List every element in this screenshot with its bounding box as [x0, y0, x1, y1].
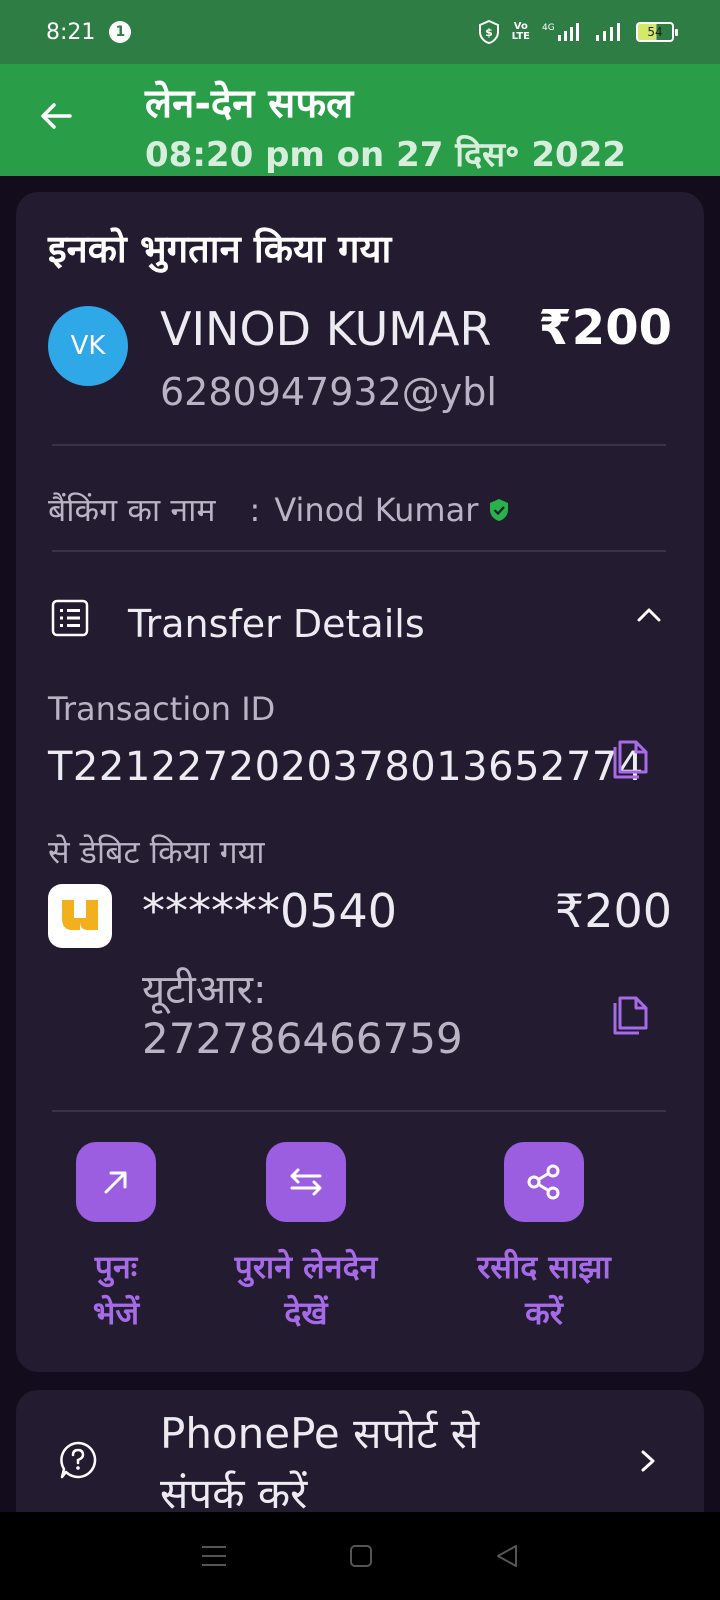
paid-to-heading: इनको भुगतान किया गया: [48, 227, 392, 271]
payee-upi-id: 6280947932@ybl: [160, 370, 497, 414]
chevron-up-icon[interactable]: [634, 600, 664, 630]
divider: [52, 1110, 666, 1112]
verified-shield-icon: [490, 498, 509, 521]
svg-text:4G: 4G: [542, 23, 555, 33]
debit-account-number: ******0540: [142, 884, 398, 938]
action-label-line: पुराने लेनदेन: [234, 1248, 378, 1286]
signal-icon: [594, 21, 624, 43]
battery-icon: 54: [636, 22, 678, 42]
bank-logo: [48, 884, 112, 948]
action-label-line: भेजें: [92, 1294, 140, 1332]
arrow-up-right-icon: [104, 1171, 127, 1194]
utr-label: यूटीआर:: [142, 967, 267, 1013]
signal-4g-icon: 4G: [542, 21, 582, 43]
svg-text:$: $: [485, 26, 493, 39]
transaction-id-label: Transaction ID: [48, 690, 276, 728]
page-subtitle: 08:20 pm on 27 दिस॰ 2022: [145, 135, 627, 175]
action-label-line: पुनः: [94, 1248, 138, 1286]
debit-amount: ₹200: [554, 884, 672, 938]
divider: [52, 444, 666, 446]
banking-name-separator: :: [249, 490, 261, 529]
transaction-id-value: T2212272020378013652774: [48, 744, 644, 790]
banking-name-row: बैंकिंग का नाम : Vinod Kumar: [48, 488, 510, 531]
copy-icon[interactable]: [612, 736, 652, 780]
share-receipt-button[interactable]: [504, 1142, 584, 1222]
view-history-action[interactable]: पुराने लेनदेन देखें: [206, 1142, 406, 1336]
view-history-label: पुराने लेनदेन देखें: [206, 1244, 406, 1336]
system-navigation-bar: [0, 1512, 720, 1600]
repeat-payment-label: पुनः भेजें: [16, 1244, 216, 1336]
shield-icon: $: [478, 20, 500, 44]
repeat-payment-button[interactable]: [76, 1142, 156, 1222]
action-label-line: रसीद साझा: [477, 1248, 611, 1286]
support-label-line: PhonePe सपोर्ट से: [160, 1409, 480, 1458]
copy-icon[interactable]: [612, 992, 652, 1036]
help-question-icon: [60, 1441, 97, 1479]
back-triangle-icon[interactable]: [494, 1543, 520, 1569]
volte-icon: Vo LTE: [511, 21, 530, 42]
banking-name-value: Vinod Kumar: [274, 490, 479, 529]
chevron-right-icon: [641, 1450, 655, 1472]
page-title: लेन-देन सफल: [145, 81, 354, 127]
banking-name-label: बैंकिंग का नाम: [48, 491, 216, 529]
payment-amount: ₹200: [538, 300, 672, 356]
status-time: 8:21: [46, 19, 96, 45]
header: लेन-देन सफल 08:20 pm on 27 दिस॰ 2022: [0, 64, 720, 176]
share-icon: [527, 1164, 560, 1200]
status-icons: $ Vo LTE 4G 54: [478, 20, 678, 44]
contact-support-label: PhonePe सपोर्ट से संपर्क करें: [160, 1404, 600, 1520]
payment-card: इनको भुगतान किया गया VK VINOD KUMAR ₹200…: [16, 192, 704, 1372]
transfer-details-title[interactable]: Transfer Details: [128, 602, 425, 646]
divider: [52, 550, 666, 552]
home-square-icon[interactable]: [348, 1543, 374, 1569]
view-history-button[interactable]: [266, 1142, 346, 1222]
back-arrow-icon[interactable]: [36, 96, 76, 136]
share-receipt-label: रसीद साझा करें: [444, 1244, 644, 1336]
swap-arrows-icon: [290, 1168, 322, 1196]
repeat-payment-action[interactable]: पुनः भेजें: [16, 1142, 216, 1336]
share-receipt-action[interactable]: रसीद साझा करें: [444, 1142, 644, 1336]
action-label-line: करें: [525, 1294, 563, 1332]
utr-value: 272786466759: [142, 1014, 463, 1063]
menu-icon[interactable]: [200, 1544, 228, 1568]
contact-support-row[interactable]: PhonePe सपोर्ट से संपर्क करें: [16, 1390, 704, 1520]
avatar: VK: [48, 306, 128, 386]
status-bar: 8:21 1 $ Vo LTE 4G 54: [0, 0, 720, 64]
action-label-line: देखें: [284, 1294, 328, 1332]
notification-badge: 1: [109, 21, 132, 43]
debited-from-label: से डेबिट किया गया: [48, 833, 265, 871]
receipt-list-icon: [51, 599, 89, 637]
payee-name: VINOD KUMAR: [160, 302, 492, 356]
